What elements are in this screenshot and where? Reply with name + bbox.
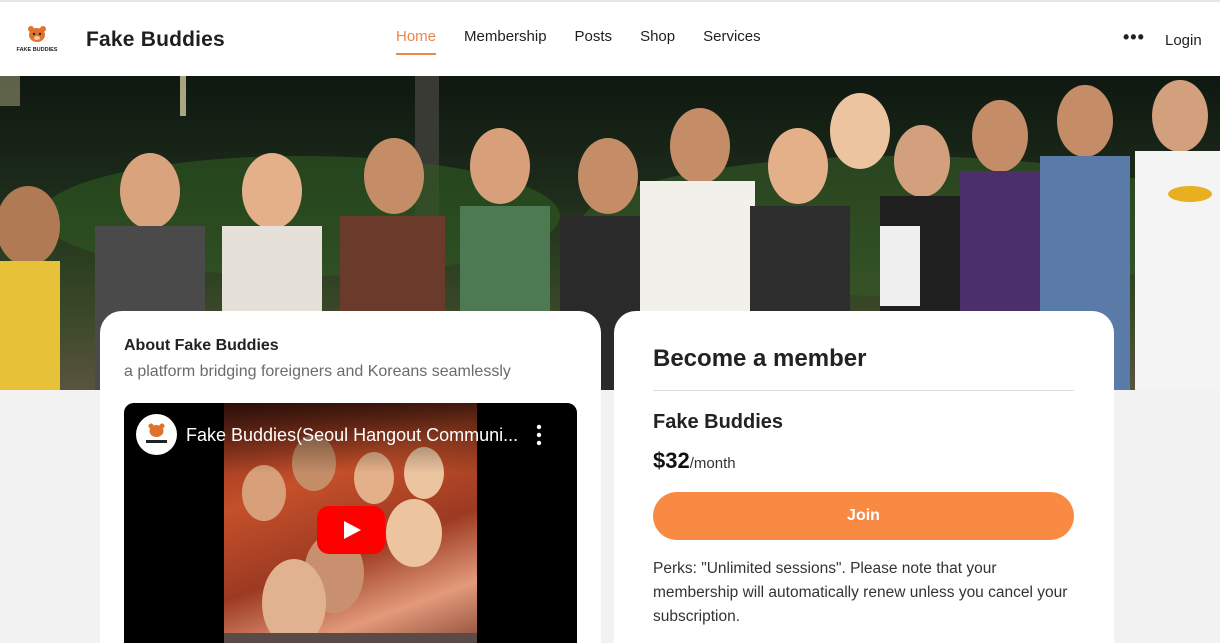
plan-price: $32/month [653,448,736,474]
brand-name[interactable]: Fake Buddies [86,28,225,52]
perks-text: Perks: "Unlimited sessions". Please note… [653,560,1068,625]
kebab-menu-icon[interactable] [534,423,544,447]
login-link[interactable]: Login [1165,32,1202,49]
about-subtitle: a platform bridging foreigners and Korea… [124,363,511,380]
nav-posts[interactable]: Posts [575,28,613,55]
video-player[interactable]: Fake Buddies(Seoul Hangout Communi... [124,403,577,643]
join-button[interactable]: Join [653,492,1074,540]
nav-home[interactable]: Home [396,28,437,55]
video-title[interactable]: Fake Buddies(Seoul Hangout Communi... [186,425,518,446]
divider [653,390,1074,391]
more-horizontal-icon[interactable]: ••• [1123,28,1145,46]
bear-mascot-logo-icon: FAKE BUDDIES [17,26,58,53]
logo-text: FAKE BUDDIES [17,47,58,53]
channel-avatar-icon[interactable] [136,414,177,455]
about-title: About Fake Buddies [124,337,279,354]
price-unit: /month [689,455,736,472]
plan-name: Fake Buddies [653,411,784,433]
main-nav: Home Membership Posts Shop Services [396,28,789,55]
site-header: FAKE BUDDIES Fake Buddies Home Membershi… [0,0,1220,76]
membership-heading: Become a member [653,345,867,372]
price-amount: $32 [653,448,690,473]
nav-membership[interactable]: Membership [464,28,547,55]
nav-services[interactable]: Services [703,28,761,55]
youtube-play-icon[interactable] [317,506,385,554]
nav-shop[interactable]: Shop [640,28,675,55]
about-card: About Fake Buddies a platform bridging f… [100,311,601,643]
logo[interactable]: FAKE BUDDIES [16,24,58,54]
membership-card: Become a member Fake Buddies $32/month J… [614,311,1114,643]
